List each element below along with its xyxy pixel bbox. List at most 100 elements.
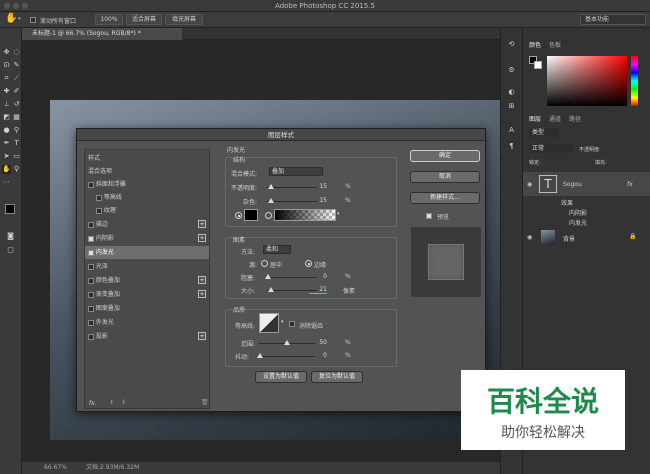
- move-down-icon[interactable]: ⬇: [121, 399, 126, 406]
- zoom-100-button[interactable]: 100%: [95, 14, 123, 25]
- scroll-all-windows-checkbox[interactable]: [30, 16, 36, 23]
- add-drop-shadow-icon[interactable]: +: [198, 332, 206, 340]
- layer-blend-mode[interactable]: 正常: [529, 144, 573, 153]
- pen-tool-icon[interactable]: ✒: [2, 139, 11, 148]
- gradient-chevron-icon[interactable]: ▾: [337, 211, 340, 217]
- visibility-eye-icon[interactable]: ◉: [527, 234, 532, 241]
- method-select[interactable]: 柔和: [263, 245, 291, 254]
- jitter-slider[interactable]: [257, 353, 315, 358]
- tab-color[interactable]: 颜色: [529, 40, 541, 49]
- stamp-tool-icon[interactable]: ⊥: [2, 100, 11, 109]
- add-stroke-icon[interactable]: +: [198, 220, 206, 228]
- glow-color-swatch[interactable]: [244, 209, 258, 221]
- style-item-satin[interactable]: 光泽: [85, 260, 209, 273]
- style-item-bevel[interactable]: 斜面和浮雕: [85, 178, 209, 191]
- contour-chevron-icon[interactable]: ▾: [281, 319, 284, 325]
- brush-tool-icon[interactable]: ✐: [12, 87, 21, 96]
- layer-row-background[interactable]: ◉ 背景 🔒: [523, 228, 650, 246]
- antialias-checkbox[interactable]: [289, 320, 295, 327]
- layer-fx-icon[interactable]: fx: [627, 181, 633, 188]
- fill-screen-button[interactable]: 填充屏幕: [165, 14, 203, 25]
- crop-tool-icon[interactable]: ⌗: [2, 74, 11, 83]
- tab-layers[interactable]: 图层: [529, 114, 541, 123]
- quick-select-tool-icon[interactable]: ✎: [12, 61, 21, 70]
- range-value[interactable]: 50: [309, 339, 327, 347]
- tab-swatches[interactable]: 色板: [549, 40, 561, 49]
- tool-preset-chevron-icon[interactable]: ▾: [18, 16, 21, 22]
- dodge-tool-icon[interactable]: ⚲: [12, 126, 21, 135]
- new-style-button[interactable]: 新建样式...: [410, 192, 480, 204]
- gradient-radio[interactable]: [265, 212, 272, 219]
- cancel-button[interactable]: 取消: [410, 171, 480, 183]
- fx-menu-icon[interactable]: fx.: [89, 400, 97, 407]
- preview-checkbox[interactable]: [426, 212, 432, 219]
- tab-paths[interactable]: 路径: [569, 114, 581, 123]
- style-item-drop-shadow[interactable]: 投影 +: [85, 330, 209, 343]
- style-item-outer-glow[interactable]: 外发光: [85, 316, 209, 329]
- choke-value[interactable]: 0: [309, 273, 327, 281]
- contour-preview[interactable]: [259, 313, 279, 333]
- blur-tool-icon[interactable]: ●: [2, 126, 11, 135]
- trash-icon[interactable]: 🗑: [201, 399, 209, 406]
- style-item-gradient-overlay[interactable]: 渐变叠加 +: [85, 288, 209, 301]
- history-brush-tool-icon[interactable]: ↺: [12, 100, 21, 109]
- paragraph-panel-icon[interactable]: ¶: [507, 142, 516, 151]
- path-select-tool-icon[interactable]: ➤: [2, 152, 11, 161]
- document-tab[interactable]: 未标题-1 @ 66.7% (Sogou, RGB/8*) *: [22, 28, 182, 40]
- zoom-tool-icon[interactable]: ⚲: [12, 165, 21, 174]
- move-tool-icon[interactable]: ✥: [2, 48, 11, 57]
- workspace-switcher[interactable]: 基本功能: [580, 14, 646, 25]
- reset-default-button[interactable]: 复位为默认值: [311, 371, 363, 383]
- hand-tool-icon[interactable]: ✋: [2, 165, 11, 174]
- glow-gradient-swatch[interactable]: [274, 209, 336, 221]
- layer-filter-kind[interactable]: 类型: [529, 128, 559, 137]
- style-item-color-overlay[interactable]: 颜色叠加 +: [85, 274, 209, 287]
- history-panel-icon[interactable]: ⟲: [507, 40, 516, 49]
- quick-mask-icon[interactable]: ◙: [6, 232, 15, 241]
- healing-tool-icon[interactable]: ✚: [2, 87, 11, 96]
- style-item-stroke[interactable]: 描边 +: [85, 218, 209, 231]
- hand-tool-icon[interactable]: ✋: [5, 13, 17, 24]
- lasso-tool-icon[interactable]: ᘏ: [2, 61, 11, 70]
- blend-mode-select[interactable]: 叠加: [269, 167, 323, 176]
- visibility-eye-icon[interactable]: ◉: [527, 181, 532, 188]
- type-tool-icon[interactable]: T: [12, 139, 21, 148]
- layer-row-sogou[interactable]: ◉ T Sogou fx: [523, 172, 650, 196]
- noise-value[interactable]: 15: [309, 197, 327, 205]
- eraser-tool-icon[interactable]: ◩: [2, 113, 11, 122]
- color-field[interactable]: [547, 56, 627, 106]
- marquee-tool-icon[interactable]: ◌: [12, 48, 21, 57]
- add-gradient-overlay-icon[interactable]: +: [198, 290, 206, 298]
- styles-header[interactable]: 样式: [85, 152, 209, 165]
- layer-name[interactable]: 背景: [563, 234, 575, 243]
- libraries-panel-icon[interactable]: ⊞: [507, 102, 516, 111]
- add-color-overlay-icon[interactable]: +: [198, 276, 206, 284]
- fit-screen-button[interactable]: 适合屏幕: [126, 14, 162, 25]
- hue-slider[interactable]: [631, 56, 638, 106]
- effect-inner-glow[interactable]: 内发光: [569, 218, 587, 227]
- tab-channels[interactable]: 通道: [549, 114, 561, 123]
- eyedropper-tool-icon[interactable]: ⟋: [12, 74, 21, 83]
- effect-inner-shadow[interactable]: 内阴影: [569, 208, 587, 217]
- adjustments-panel-icon[interactable]: ◐: [507, 88, 516, 97]
- add-inner-shadow-icon[interactable]: +: [198, 234, 206, 242]
- style-item-pattern-overlay[interactable]: 图案叠加: [85, 302, 209, 315]
- move-up-icon[interactable]: ⬆: [109, 399, 114, 406]
- jitter-value[interactable]: 0: [309, 352, 327, 360]
- properties-panel-icon[interactable]: ⚙: [507, 66, 516, 75]
- character-panel-icon[interactable]: A: [507, 126, 516, 135]
- background-color-chip[interactable]: [534, 61, 542, 69]
- style-item-contour[interactable]: 等高线: [85, 191, 209, 204]
- gradient-tool-icon[interactable]: ▦: [12, 113, 21, 122]
- source-edge-radio[interactable]: [305, 260, 312, 267]
- make-default-button[interactable]: 设置为默认值: [255, 371, 307, 383]
- size-value[interactable]: 21: [309, 286, 327, 294]
- opacity-value[interactable]: 15: [309, 183, 327, 191]
- ok-button[interactable]: 确定: [410, 150, 480, 162]
- more-tools-icon[interactable]: ⋯: [2, 178, 11, 187]
- range-slider[interactable]: [259, 340, 315, 345]
- solid-color-radio[interactable]: [235, 212, 242, 219]
- shape-tool-icon[interactable]: ▭: [12, 152, 21, 161]
- style-item-inner-shadow[interactable]: 内阴影 +: [85, 232, 209, 245]
- style-item-texture[interactable]: 纹理: [85, 204, 209, 217]
